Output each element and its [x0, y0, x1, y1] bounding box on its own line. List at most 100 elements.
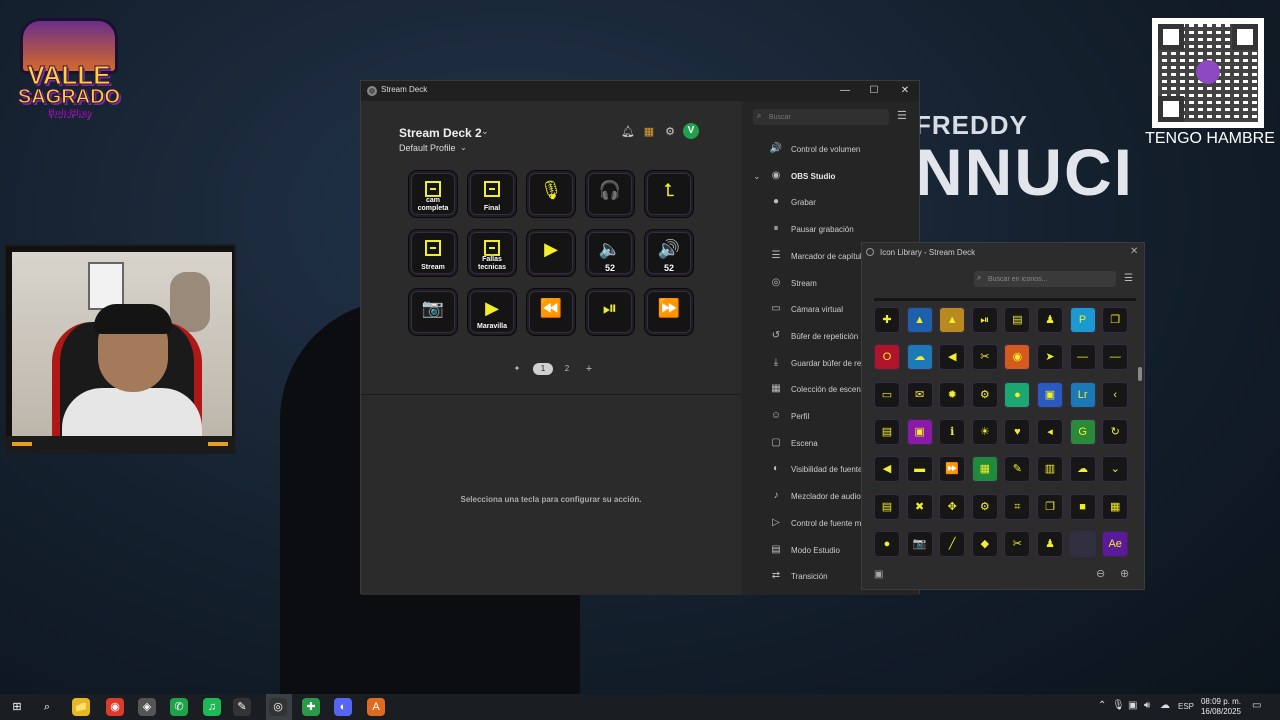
library-icon[interactable]: ♟	[1037, 530, 1063, 557]
deck-key[interactable]: 🔈 52	[586, 230, 634, 276]
library-icon[interactable]: ▤	[1004, 307, 1031, 333]
clock-date[interactable]: 16/08/2025	[1196, 707, 1246, 716]
cloud-icon[interactable]: ☁	[1160, 700, 1170, 711]
library-icon[interactable]: ▣	[1037, 381, 1063, 408]
library-icon[interactable]: ◆	[971, 530, 998, 557]
bag-icon[interactable]: ▣	[874, 569, 883, 580]
library-icon[interactable]: ❐	[1102, 307, 1129, 333]
library-icon[interactable]: ●	[874, 530, 900, 557]
library-icon[interactable]: ⌗	[1004, 493, 1031, 520]
add-page-button[interactable]: +	[583, 363, 595, 375]
library-icon[interactable]: ✂	[971, 344, 998, 371]
page-1-button[interactable]: 1	[533, 363, 553, 375]
library-icon[interactable]: ✂	[1004, 530, 1031, 557]
library-icon[interactable]: 📷	[906, 530, 933, 557]
chevron-up-icon[interactable]: ⌃	[1098, 700, 1106, 711]
library-icon[interactable]: ℹ	[939, 418, 966, 445]
clock-time[interactable]: 08:09 p. m.	[1196, 697, 1246, 706]
deck-key[interactable]: Fallas tecnicas	[468, 230, 516, 276]
action-group[interactable]: ⌄ ◉ OBS Studio	[741, 164, 919, 190]
action-search[interactable]: ⌕	[753, 109, 889, 125]
deck-key[interactable]: Final	[468, 171, 516, 217]
deck-key[interactable]: ⮤	[645, 171, 693, 217]
minimize-button[interactable]: —	[835, 83, 855, 99]
tray-app-icon[interactable]: ▣	[1128, 700, 1137, 711]
icon-search[interactable]: ⌕	[974, 271, 1116, 287]
taskbar-app-icon[interactable]: ✆	[170, 698, 188, 716]
taskbar-app-icon[interactable]: A	[367, 698, 385, 716]
deck-key[interactable]: 🎧	[586, 171, 634, 217]
deck-key[interactable]: 🔊 52	[645, 230, 693, 276]
library-icon[interactable]: ↻	[1102, 418, 1129, 445]
library-icon[interactable]: ▬	[906, 456, 933, 483]
library-icon[interactable]: ▦	[1102, 493, 1129, 520]
deck-key[interactable]: ⏯	[586, 289, 634, 335]
library-icon[interactable]: ▤	[874, 493, 900, 520]
library-icon[interactable]: ▲	[939, 307, 966, 333]
maximize-button[interactable]: ☐	[864, 83, 884, 99]
list-view-icon[interactable]: ☰	[1124, 273, 1133, 284]
action-search-input[interactable]	[769, 111, 879, 123]
action-item[interactable]: ⏸ Pausar grabación	[741, 217, 919, 243]
library-icon[interactable]: ✚	[874, 307, 900, 333]
taskbar-app-icon[interactable]: ◐	[334, 698, 352, 716]
library-icon[interactable]: ▥	[1037, 456, 1063, 483]
pin-icon[interactable]: ✦	[511, 363, 523, 375]
library-icon[interactable]: G	[1069, 418, 1096, 445]
library-icon[interactable]: Lr	[1069, 381, 1096, 408]
library-icon[interactable]: ♟	[1037, 307, 1063, 333]
marketplace-icon[interactable]: ▦	[642, 125, 656, 139]
library-icon[interactable]: ✎	[1004, 456, 1031, 483]
taskbar-app-icon[interactable]: ◉	[106, 698, 124, 716]
zoom-out-icon[interactable]: ⊖	[1096, 567, 1105, 580]
notification-icon[interactable]: ▭	[1252, 700, 1261, 711]
library-icon[interactable]: ╱	[939, 530, 966, 557]
deck-key[interactable]: ▶ Maravilla	[468, 289, 516, 335]
avatar[interactable]: V	[683, 123, 699, 139]
close-button[interactable]: ✕	[895, 83, 915, 99]
library-icon[interactable]: ⚙	[971, 381, 998, 408]
library-icon[interactable]: Ae	[1102, 530, 1129, 557]
library-icon[interactable]: ⏯	[971, 307, 998, 333]
library-icon[interactable]: ⚙	[971, 493, 998, 520]
scrollbar-thumb[interactable]	[1138, 367, 1142, 381]
library-icon[interactable]: ■	[1069, 493, 1096, 520]
library-icon[interactable]: ◂	[1037, 418, 1063, 445]
library-icon[interactable]: —	[1102, 344, 1129, 371]
taskbar-app-icon[interactable]: ◈	[138, 698, 156, 716]
library-icon[interactable]: ◉	[1004, 344, 1031, 371]
microphone-icon[interactable]: 🎙︎	[1112, 700, 1125, 711]
deck-key[interactable]: ▶	[527, 230, 575, 276]
library-icon[interactable]: ▤	[874, 418, 900, 445]
taskbar-app-icon[interactable]: ◎	[269, 698, 287, 716]
taskbar-app-icon[interactable]: ⊞	[8, 698, 26, 716]
taskbar-app-icon[interactable]: 📁	[72, 698, 90, 716]
language-indicator[interactable]: ESP	[1178, 702, 1194, 711]
taskbar-app-icon[interactable]: ♫	[203, 698, 221, 716]
deck-key[interactable]: ⏩	[645, 289, 693, 335]
chevron-down-icon[interactable]: ⌄	[753, 171, 761, 182]
profile-selector[interactable]: Default Profile	[399, 143, 456, 153]
library-icon[interactable]: ☀	[971, 418, 998, 445]
library-icon[interactable]: ●	[1004, 381, 1031, 408]
library-icon[interactable]: ➤	[1037, 344, 1063, 371]
library-icon[interactable]: ◀	[939, 344, 966, 371]
library-icon[interactable]: —	[1069, 344, 1096, 371]
library-icon[interactable]: ▲	[906, 307, 933, 333]
taskbar-app-icon[interactable]: ✎	[233, 698, 251, 716]
device-selector[interactable]: Stream Deck 2	[399, 126, 482, 140]
chevron-down-icon[interactable]: ⌄	[460, 143, 467, 152]
icon-search-input[interactable]	[988, 273, 1108, 285]
taskbar-app-icon[interactable]: ✚	[302, 698, 320, 716]
deck-key[interactable]: 🎙	[527, 171, 575, 217]
action-item[interactable]: 🔊 Control de volumen	[741, 137, 919, 163]
library-icon[interactable]: ♥	[1004, 418, 1031, 445]
library-icon[interactable]: O	[874, 344, 900, 371]
library-icon[interactable]	[1069, 530, 1096, 557]
library-icon[interactable]: ✉	[906, 381, 933, 408]
bell-icon[interactable]: 🔔︎	[621, 125, 635, 139]
library-icon[interactable]: ▦	[971, 456, 998, 483]
library-icon[interactable]: ✥	[939, 493, 966, 520]
speaker-icon[interactable]: 🔊︎	[1144, 700, 1150, 711]
close-icon[interactable]: ✕	[1130, 246, 1138, 257]
